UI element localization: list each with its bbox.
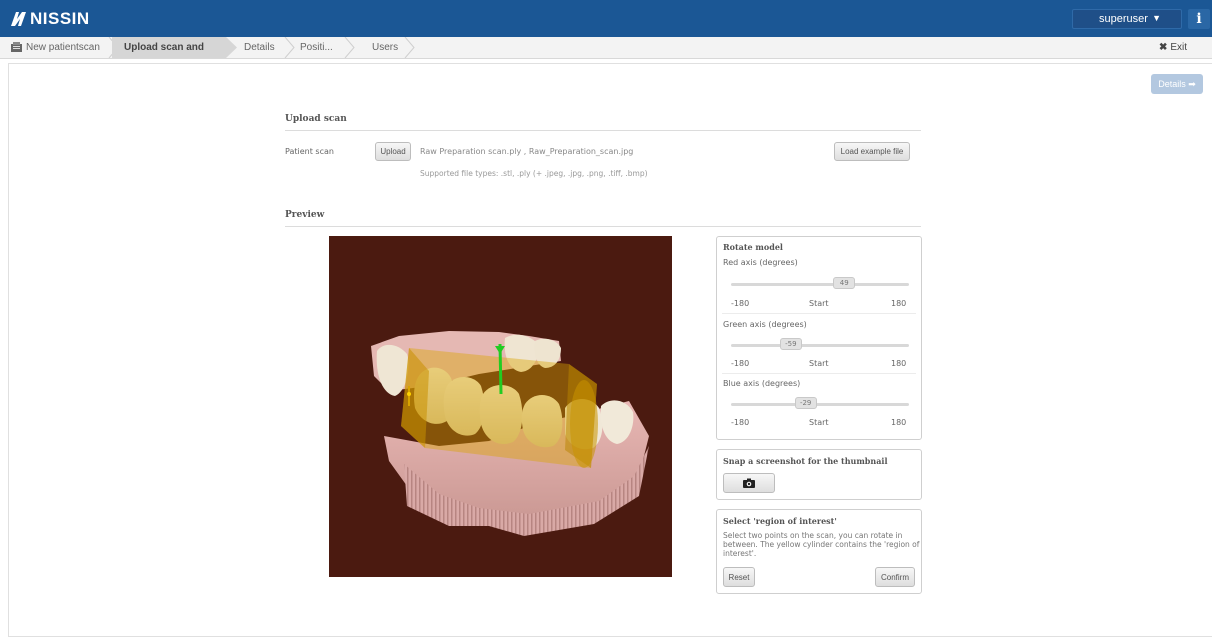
breadcrumb-step-position[interactable]: Positi...	[300, 37, 342, 58]
roi-title: Select 'region of interest'	[723, 516, 837, 526]
breadcrumb-label: Users	[372, 42, 399, 53]
breadcrumb-label: Positi...	[300, 42, 333, 53]
breadcrumb-separator	[284, 37, 295, 58]
red-axis-start: Start	[809, 299, 829, 308]
blue-axis-start: Start	[809, 418, 829, 427]
green-axis-label: Green axis (degrees)	[723, 320, 807, 329]
breadcrumb-step-upload-scan[interactable]: Upload scan and crop	[112, 37, 226, 74]
close-icon: ✖	[1159, 42, 1168, 53]
section-divider	[285, 130, 921, 131]
wizard-breadcrumb: New patientscan Upload scan and crop Det…	[0, 37, 1212, 74]
breadcrumb-step-details[interactable]: Details	[244, 37, 286, 58]
roi-description: Select two points on the scan, you can r…	[723, 531, 920, 558]
info-button[interactable]: i	[1188, 9, 1210, 29]
supported-file-types: Supported file types: .stl, .ply (+ .jpe…	[420, 169, 648, 178]
breadcrumb-separator	[344, 37, 355, 58]
blue-axis-label: Blue axis (degrees)	[723, 379, 801, 388]
chevron-down-icon: ▼	[1152, 13, 1161, 23]
snapshot-title: Snap a screenshot for the thumbnail	[723, 456, 888, 466]
preview-heading: Preview	[285, 210, 325, 220]
blue-axis-max: 180	[891, 418, 907, 427]
breadcrumb-step-new-patientscan[interactable]: New patientscan	[10, 37, 110, 58]
blue-axis-min: -180	[731, 418, 750, 427]
upload-button[interactable]: Upload	[375, 142, 411, 161]
patient-scan-icon	[11, 42, 22, 52]
reset-button[interactable]: Reset	[723, 567, 755, 587]
green-axis-slider-handle[interactable]: -59	[779, 338, 802, 350]
breadcrumb-label: New patientscan	[26, 42, 100, 53]
uploaded-filename: Raw Preparation scan.ply , Raw_Preparati…	[420, 147, 634, 156]
scan-3d-viewer[interactable]	[329, 236, 672, 577]
red-axis-slider-handle[interactable]: 49	[833, 277, 856, 289]
green-axis-min: -180	[731, 359, 750, 368]
user-menu[interactable]: superuser ▼	[1072, 9, 1182, 29]
snapshot-button[interactable]	[723, 473, 775, 493]
breadcrumb-separator	[404, 37, 415, 58]
rotate-model-title: Rotate model	[723, 242, 783, 252]
red-axis-max: 180	[891, 299, 907, 308]
red-axis-label: Red axis (degrees)	[723, 258, 798, 267]
patient-scan-label: Patient scan	[285, 147, 334, 156]
green-axis-slider[interactable]	[731, 344, 909, 347]
breadcrumb-step-users[interactable]: Users	[372, 37, 402, 58]
green-axis-start: Start	[809, 359, 829, 368]
dental-scan-render	[371, 331, 649, 536]
confirm-button[interactable]: Confirm	[875, 567, 915, 587]
brand-logo[interactable]: NISSIN	[10, 9, 90, 29]
camera-icon	[743, 478, 755, 488]
user-name: superuser	[1099, 13, 1148, 25]
section-divider	[285, 226, 921, 227]
blue-axis-slider[interactable]	[731, 403, 909, 406]
red-axis-slider[interactable]	[731, 283, 909, 286]
exit-wizard-button[interactable]: ✖Exit wizard	[1159, 37, 1212, 74]
slider-divider	[722, 313, 916, 314]
upload-scan-heading: Upload scan	[285, 114, 347, 124]
load-example-file-button[interactable]: Load example file	[834, 142, 910, 161]
top-bar: NISSIN superuser ▼ i	[0, 0, 1212, 37]
breadcrumb-label: Details	[244, 42, 275, 53]
green-axis-max: 180	[891, 359, 907, 368]
next-details-button[interactable]: Details ➡	[1151, 74, 1203, 94]
red-axis-min: -180	[731, 299, 750, 308]
brand-name: NISSIN	[30, 9, 90, 28]
slider-divider	[722, 373, 916, 374]
blue-axis-slider-handle[interactable]: -29	[794, 397, 817, 409]
nissin-logo-icon	[11, 12, 26, 26]
breadcrumb-separator	[226, 37, 237, 58]
